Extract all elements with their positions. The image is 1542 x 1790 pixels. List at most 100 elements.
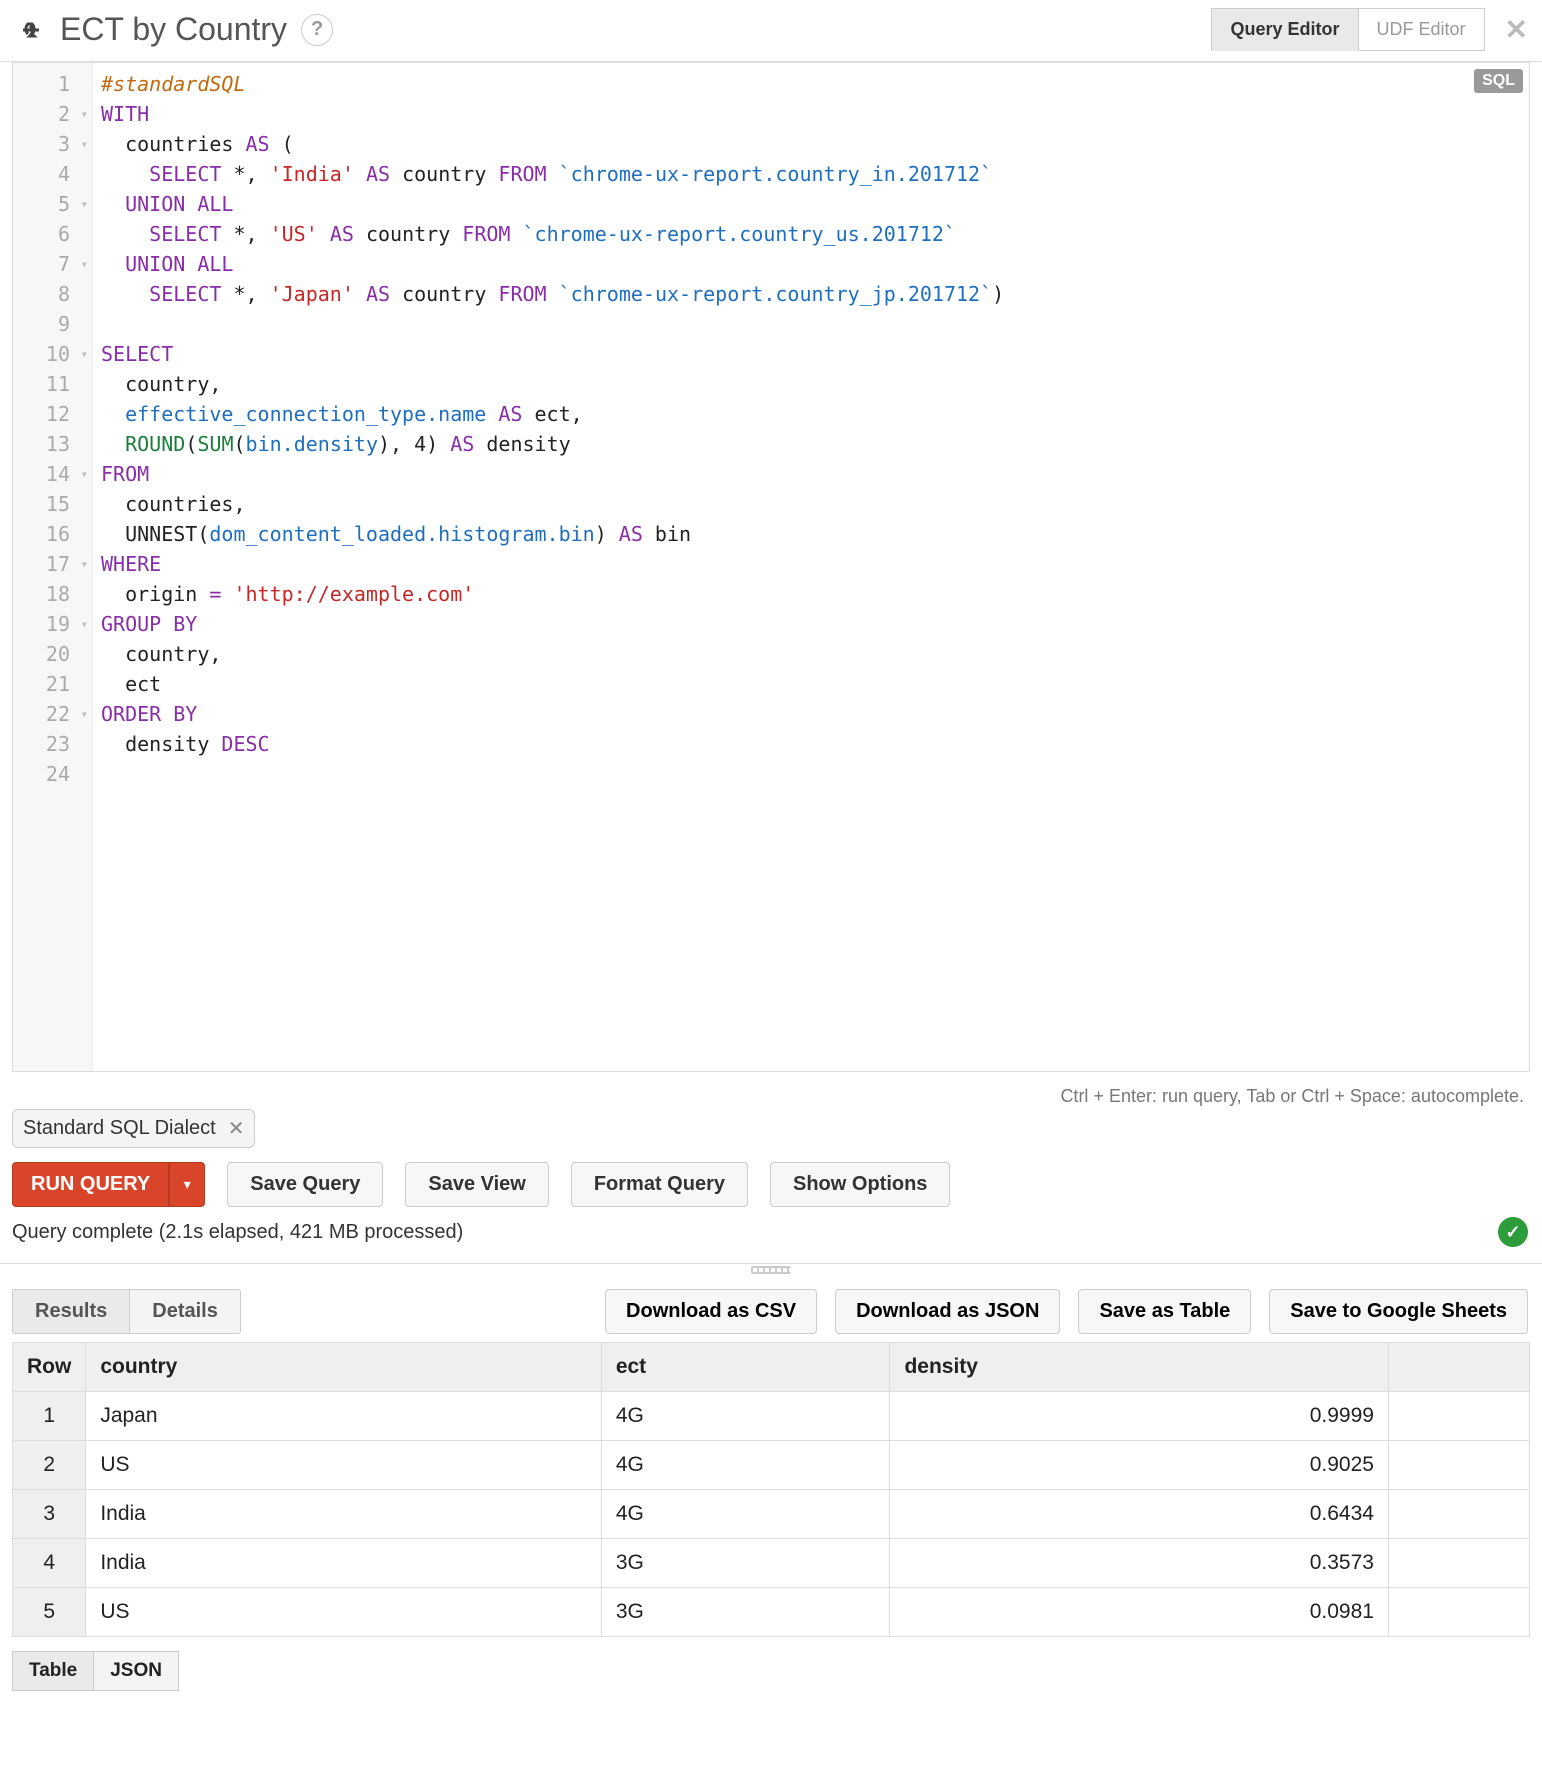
table-cell: 5 [13, 1588, 86, 1637]
code-line[interactable]: #standardSQL [101, 69, 1529, 99]
code-token [547, 162, 559, 186]
code-line[interactable]: FROM [101, 459, 1529, 489]
code-token: UNION ALL [125, 192, 233, 216]
code-line[interactable]: ROUND(SUM(bin.density), 4) AS density [101, 429, 1529, 459]
fold-icon[interactable]: ▾ [81, 189, 88, 219]
fold-icon[interactable]: ▾ [81, 459, 88, 489]
dialect-chip-close-icon[interactable]: ✕ [228, 1116, 245, 1141]
code-line[interactable]: UNION ALL [101, 189, 1529, 219]
code-token: country, [101, 642, 221, 666]
code-line[interactable]: countries AS ( [101, 129, 1529, 159]
code-line[interactable]: UNION ALL [101, 249, 1529, 279]
save-view-button[interactable]: Save View [405, 1162, 548, 1207]
save-to-sheets-button[interactable]: Save to Google Sheets [1269, 1289, 1528, 1334]
pane-divider[interactable] [0, 1263, 1542, 1279]
results-view-json[interactable]: JSON [94, 1651, 179, 1691]
code-line[interactable]: WITH [101, 99, 1529, 129]
gutter-line: 7▾ [13, 249, 92, 279]
table-cell-filler [1388, 1490, 1529, 1539]
gutter-line: 15 [13, 489, 92, 519]
code-token: ) [595, 522, 619, 546]
fold-icon[interactable]: ▾ [81, 549, 88, 579]
dialect-chip[interactable]: Standard SQL Dialect ✕ [12, 1109, 255, 1148]
results-view-table[interactable]: Table [12, 1651, 94, 1691]
code-token: countries, [101, 492, 246, 516]
results-col-header: Row [13, 1343, 86, 1392]
code-token: country [390, 282, 498, 306]
link-icon[interactable] [14, 17, 48, 43]
fold-icon[interactable]: ▾ [81, 699, 88, 729]
code-line[interactable]: SELECT *, 'India' AS country FROM `chrom… [101, 159, 1529, 189]
code-line[interactable]: ORDER BY [101, 699, 1529, 729]
table-cell: 1 [13, 1392, 86, 1441]
save-query-button[interactable]: Save Query [227, 1162, 383, 1207]
title-bar: ECT by Country ? Query Editor UDF Editor… [0, 0, 1542, 62]
show-options-button[interactable]: Show Options [770, 1162, 950, 1207]
code-token: ), 4) [378, 432, 450, 456]
code-token: *, [221, 222, 269, 246]
code-token: FROM [462, 222, 510, 246]
code-token: country, [101, 372, 221, 396]
code-line[interactable] [101, 309, 1529, 339]
code-token: *, [221, 162, 269, 186]
format-query-button[interactable]: Format Query [571, 1162, 748, 1207]
code-token: countries [101, 132, 246, 156]
editor-gutter: 12▾3▾45▾67▾8910▾11121314▾151617▾1819▾202… [13, 63, 93, 1071]
code-line[interactable]: SELECT *, 'Japan' AS country FROM `chrom… [101, 279, 1529, 309]
code-line[interactable] [101, 759, 1529, 789]
sql-editor[interactable]: SQL 12▾3▾45▾67▾8910▾11121314▾151617▾1819… [12, 62, 1530, 1072]
save-as-table-button[interactable]: Save as Table [1078, 1289, 1251, 1334]
gutter-line: 17▾ [13, 549, 92, 579]
fold-icon[interactable]: ▾ [81, 99, 88, 129]
code-line[interactable]: SELECT [101, 339, 1529, 369]
code-line[interactable]: SELECT *, 'US' AS country FROM `chrome-u… [101, 219, 1529, 249]
code-token: ect [101, 672, 161, 696]
code-token: GROUP BY [101, 612, 197, 636]
results-col-header: density [890, 1343, 1389, 1392]
table-cell: 0.9999 [890, 1392, 1389, 1441]
code-token: effective_connection_type.name [125, 402, 486, 426]
tab-query-editor[interactable]: Query Editor [1211, 8, 1358, 51]
dialect-chip-label: Standard SQL Dialect [23, 1117, 216, 1140]
gutter-line: 3▾ [13, 129, 92, 159]
code-token: WITH [101, 102, 149, 126]
code-line[interactable]: countries, [101, 489, 1529, 519]
table-row: 4India3G0.3573 [13, 1539, 1530, 1588]
fold-icon[interactable]: ▾ [81, 339, 88, 369]
code-token: density [474, 432, 570, 456]
code-line[interactable]: WHERE [101, 549, 1529, 579]
code-line[interactable]: effective_connection_type.name AS ect, [101, 399, 1529, 429]
download-json-button[interactable]: Download as JSON [835, 1289, 1060, 1334]
code-token [547, 282, 559, 306]
results-header-row: Rowcountryectdensity [13, 1343, 1530, 1392]
run-query-button[interactable]: RUN QUERY [12, 1162, 169, 1207]
code-line[interactable]: density DESC [101, 729, 1529, 759]
query-status-text: Query complete (2.1s elapsed, 421 MB pro… [12, 1221, 463, 1244]
code-token: UNION ALL [125, 252, 233, 276]
code-token: ( [233, 432, 245, 456]
code-token: SELECT [149, 222, 221, 246]
gutter-line: 1 [13, 69, 92, 99]
help-icon[interactable]: ? [301, 14, 333, 46]
code-line[interactable]: country, [101, 369, 1529, 399]
fold-icon[interactable]: ▾ [81, 129, 88, 159]
run-query-dropdown[interactable] [169, 1162, 205, 1207]
fold-icon[interactable]: ▾ [81, 249, 88, 279]
code-line[interactable]: country, [101, 639, 1529, 669]
results-tab-details[interactable]: Details [129, 1290, 240, 1333]
fold-icon[interactable]: ▾ [81, 609, 88, 639]
table-cell: 4G [601, 1392, 890, 1441]
tab-udf-editor[interactable]: UDF Editor [1359, 8, 1485, 51]
code-line[interactable]: UNNEST(dom_content_loaded.histogram.bin)… [101, 519, 1529, 549]
code-line[interactable]: origin = 'http://example.com' [101, 579, 1529, 609]
code-line[interactable]: ect [101, 669, 1529, 699]
table-cell: 4G [601, 1490, 890, 1539]
results-tab-results[interactable]: Results [13, 1290, 129, 1333]
code-line[interactable]: GROUP BY [101, 609, 1529, 639]
download-csv-button[interactable]: Download as CSV [605, 1289, 817, 1334]
editor-code[interactable]: #standardSQL WITH countries AS ( SELECT *… [101, 63, 1529, 1071]
code-token: AS [498, 402, 522, 426]
code-token [101, 162, 149, 186]
code-token [318, 222, 330, 246]
close-icon[interactable]: ✕ [1505, 13, 1528, 46]
